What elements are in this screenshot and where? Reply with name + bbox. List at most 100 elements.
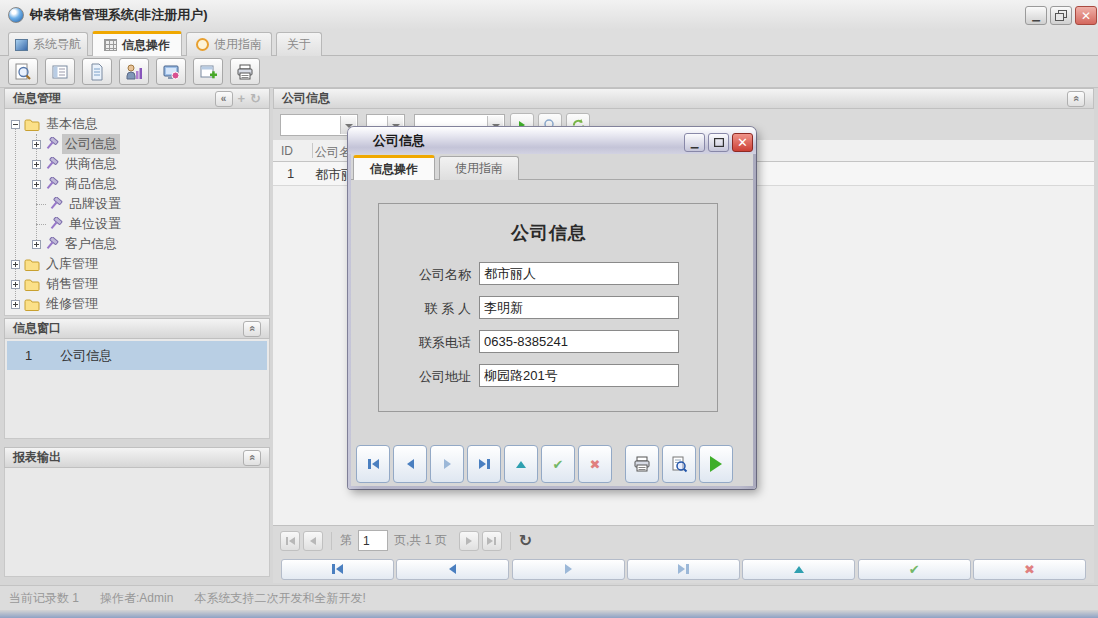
maximize-icon [714,138,724,147]
next-record-button[interactable] [512,559,625,580]
refresh-icon[interactable]: ↻ [250,91,261,106]
window-restore-button[interactable] [1050,6,1072,25]
company-info-panel-header: 公司信息 « [273,88,1094,109]
dialog-tab-user-guide[interactable]: 使用指南 [439,156,519,180]
tab-label: 关于 [287,36,311,53]
collapse-panel-button[interactable]: « [243,450,261,466]
expand-box-icon[interactable] [11,260,20,269]
add-icon[interactable]: + [238,91,246,106]
expand-box-icon[interactable] [32,180,41,189]
edit-record-button[interactable] [504,445,538,483]
tree-item-customer-info[interactable]: 客户信息 [5,234,269,254]
window-close-button[interactable]: ✕ [1075,6,1097,25]
first-record-button[interactable] [356,445,390,483]
form-title: 公司信息 [379,221,719,245]
contact-input[interactable] [479,296,679,319]
next-record-button[interactable] [430,445,464,483]
phone-input[interactable] [479,330,679,353]
phone-label: 联系电话 [419,334,471,352]
last-record-button[interactable] [467,445,501,483]
collapse-sidebar-button[interactable]: « [215,91,233,107]
run-button[interactable] [699,445,733,483]
tab-info-operation[interactable]: 信息操作 [92,31,182,56]
cancel-button[interactable]: ✖ [578,445,612,483]
info-window-row[interactable]: 1 公司信息 [7,341,267,370]
pager-bar: 第 页,共 1 页 ↻ [273,525,1094,555]
tree-label: 单位设置 [66,214,124,234]
prev-page-button[interactable] [303,531,323,551]
expand-box-icon[interactable] [32,160,41,169]
prev-record-button[interactable] [396,559,509,580]
page-number-input[interactable] [358,530,388,551]
record-nav-bar: ✔ ✖ [273,555,1094,583]
filter-combo-1[interactable] [280,114,358,136]
last-page-button[interactable] [482,531,502,551]
prev-record-button[interactable] [393,445,427,483]
collapse-panel-button[interactable]: « [243,321,261,337]
tree-item-brand-setting[interactable]: 品牌设置 [5,194,269,214]
collapse-panel-button[interactable]: « [1067,91,1085,107]
dialog-minimize-button[interactable]: ▁ [684,133,705,152]
new-document-button[interactable] [82,58,112,85]
dialog-close-button[interactable]: ✕ [732,133,753,152]
tree-item-repair-manage[interactable]: 维修管理 [5,294,269,314]
print-button[interactable] [625,445,659,483]
add-record-button[interactable] [193,58,223,85]
app-icon [8,7,24,23]
tree-item-company-info[interactable]: 公司信息 [5,134,269,154]
tree-label: 客户信息 [62,234,120,254]
info-window-title: 信息窗口 [13,320,61,337]
tree-item-sales-manage[interactable]: 销售管理 [5,274,269,294]
user-report-button[interactable] [119,58,149,85]
confirm-button[interactable]: ✔ [541,445,575,483]
company-info-panel-title: 公司信息 [282,90,330,107]
address-label: 公司地址 [419,368,471,386]
next-page-button[interactable] [459,531,479,551]
tree-item-inbound-manage[interactable]: 入库管理 [5,254,269,274]
info-manage-title: 信息管理 [13,90,61,107]
screen-view-button[interactable] [156,58,186,85]
window-bottom-edge [0,610,1098,618]
expand-box-icon[interactable] [32,240,41,249]
address-input[interactable] [479,364,679,387]
folder-icon [24,298,40,311]
print-preview-button[interactable] [662,445,696,483]
company-name-input[interactable] [479,262,679,285]
reload-icon[interactable]: ↻ [519,531,532,550]
window-minimize-button[interactable]: ▁ [1025,6,1047,25]
tree-label: 销售管理 [43,274,101,294]
tree-item-supplier-info[interactable]: 供商信息 [5,154,269,174]
tool-icon [49,197,63,211]
status-record-count: 当前记录数 1 [9,590,79,607]
tree-label: 基本信息 [43,114,101,134]
tree-label: 公司信息 [62,134,120,154]
dialog-maximize-button[interactable] [708,133,729,152]
expand-box-icon[interactable] [11,300,20,309]
tree-item-unit-setting[interactable]: 单位设置 [5,214,269,234]
tree-item-product-info[interactable]: 商品信息 [5,174,269,194]
confirm-button[interactable]: ✔ [858,559,971,580]
tree-item-basic-info[interactable]: 基本信息 [5,114,269,134]
edit-record-button[interactable] [742,559,855,580]
dialog-tab-info-operation[interactable]: 信息操作 [353,155,435,180]
list-view-button[interactable] [45,58,75,85]
expand-box-icon[interactable] [32,140,41,149]
cancel-button[interactable]: ✖ [973,559,1086,580]
tab-user-guide[interactable]: 使用指南 [186,32,272,56]
tool-icon [45,137,59,151]
first-page-button[interactable] [280,531,300,551]
tab-about[interactable]: 关于 [276,32,322,56]
first-record-button[interactable] [281,559,394,580]
expand-box-icon[interactable] [11,280,20,289]
page-label: 第 [340,532,352,549]
tree-guide [36,224,46,225]
user-report-icon [125,63,143,81]
column-id[interactable]: ID [281,144,293,158]
collapse-box-icon[interactable] [11,120,20,129]
tab-system-navigation[interactable]: 系统导航 [8,32,88,56]
tool-icon [45,237,59,251]
print-device-button[interactable] [230,58,260,85]
page-total-label: 页,共 1 页 [394,532,447,549]
last-record-button[interactable] [627,559,740,580]
search-document-button[interactable] [8,58,38,85]
